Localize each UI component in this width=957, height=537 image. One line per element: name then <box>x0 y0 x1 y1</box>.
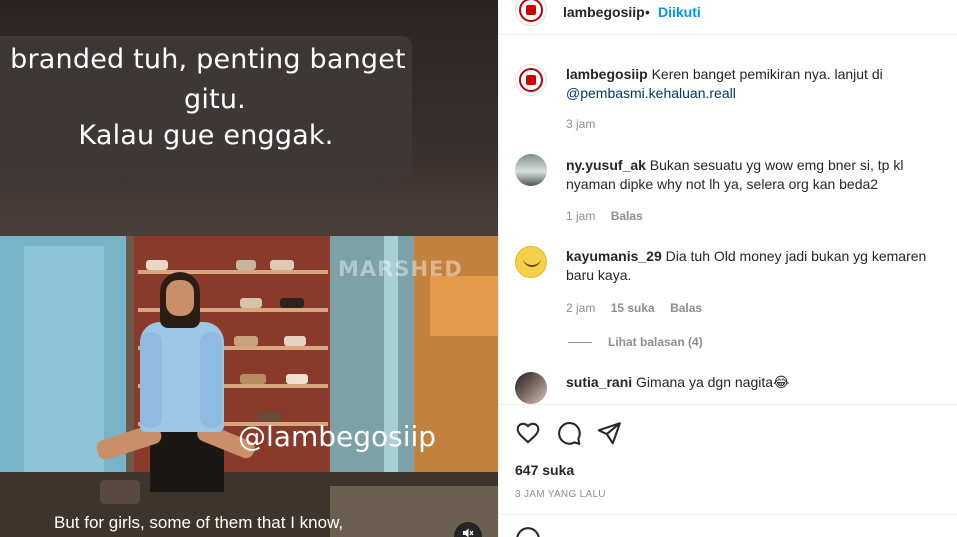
speech-bubble-icon[interactable] <box>556 420 582 446</box>
scene-wall-light <box>430 276 498 336</box>
person-face <box>166 280 194 316</box>
view-replies-line <box>568 342 592 344</box>
comment-username[interactable]: lambegosiip <box>566 66 648 82</box>
header-divider <box>499 34 957 35</box>
comment-meta: 2 jam 15 suka Balas <box>566 301 714 315</box>
person-arm <box>140 332 162 428</box>
video-subtitle: But for girls, some of them that I know, <box>54 513 344 532</box>
shoe <box>270 260 294 270</box>
video-caption-line-3: Kalau gue enggak. <box>78 120 334 151</box>
shoe <box>280 298 304 308</box>
video-caption-line-1: branded tuh, penting banget <box>10 44 406 75</box>
comment-time: 3 jam <box>566 117 596 131</box>
post-video[interactable]: branded tuh, penting banget gitu. Kalau … <box>0 0 498 537</box>
author-avatar[interactable] <box>515 0 547 26</box>
shoe <box>286 374 308 384</box>
comment-text: Keren banget pemikiran nya. lanjut di <box>651 66 883 82</box>
avatar-logo-ring <box>519 68 543 92</box>
person-arm <box>200 332 222 428</box>
shoe <box>240 298 262 308</box>
speaker-muted-icon <box>463 528 474 537</box>
comment-input-divider <box>499 514 957 515</box>
post-timestamp: 3 JAM YANG LALU <box>515 489 606 500</box>
smiley-face-icon <box>523 257 541 267</box>
avatar-logo-ring <box>519 0 543 22</box>
view-replies-label: Lihat balasan (4) <box>608 335 703 349</box>
shelf-row <box>138 270 328 274</box>
comment-time: 1 jam <box>566 209 596 223</box>
comment-avatar[interactable] <box>515 64 547 96</box>
video-watermark: MARSHED <box>338 257 463 281</box>
shoe <box>234 336 258 346</box>
actions-divider <box>499 404 957 405</box>
comment-avatar[interactable] <box>515 154 547 186</box>
shoe-box <box>100 480 140 504</box>
avatar-logo-mark <box>526 75 536 85</box>
comment-like-count[interactable]: 15 suka <box>611 301 655 315</box>
scene-wall-panel <box>24 246 104 476</box>
video-handle-overlay: @lambegosiip <box>238 420 437 453</box>
comment-time: 2 jam <box>566 301 596 315</box>
comment-username[interactable]: ny.yusuf_ak <box>566 157 646 173</box>
video-scene <box>0 236 498 537</box>
paper-plane-icon[interactable] <box>596 420 622 446</box>
heart-outline-icon[interactable] <box>515 420 541 446</box>
video-caption-line-2: gitu. <box>184 84 246 115</box>
header-separator: • <box>645 4 650 20</box>
comment-username[interactable]: kayumanis_29 <box>566 248 662 264</box>
comment-avatar[interactable] <box>515 372 547 404</box>
following-button[interactable]: Diikuti <box>658 4 701 20</box>
comment-avatar[interactable] <box>515 246 547 278</box>
comment-body: kayumanis_29 Dia tuh Old money jadi buka… <box>566 247 946 285</box>
shoe <box>146 260 168 270</box>
comment-mention-link[interactable]: @pembasmi.kehaluan.reall <box>566 85 736 101</box>
emoji-icon[interactable] <box>515 526 541 537</box>
comment-username[interactable]: sutia_rani <box>566 374 632 390</box>
reply-button[interactable]: Balas <box>670 301 702 315</box>
comment-text: Gimana ya dgn nagita😂 <box>636 374 790 390</box>
shoe <box>240 374 266 384</box>
comment-meta: 3 jam <box>566 117 607 131</box>
post-side-panel: lambegosiip • Diikuti lambegosiip Keren … <box>498 0 957 537</box>
comment-body: sutia_rani Gimana ya dgn nagita😂 <box>566 373 946 392</box>
reply-button[interactable]: Balas <box>611 209 643 223</box>
shoe <box>284 336 306 346</box>
view-replies-button[interactable]: Lihat balasan (4) <box>568 335 703 349</box>
author-username[interactable]: lambegosiip <box>563 4 645 20</box>
comment-body: ny.yusuf_ak Bukan sesuatu yg wow emg bne… <box>566 156 946 194</box>
like-count[interactable]: 647 suka <box>515 462 574 478</box>
comment-meta: 1 jam Balas <box>566 209 655 223</box>
shoe <box>236 260 256 270</box>
avatar-logo-mark <box>526 5 536 15</box>
comment-body: lambegosiip Keren banget pemikiran nya. … <box>566 65 946 103</box>
